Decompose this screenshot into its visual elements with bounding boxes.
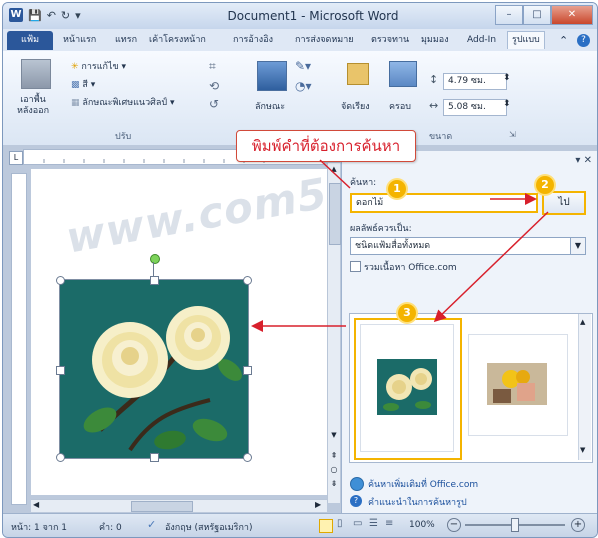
arrow-to-result xyxy=(433,211,549,323)
step-badge-2: 2 xyxy=(536,176,554,194)
callout-pointer-line xyxy=(319,159,351,189)
step-badge-3: 3 xyxy=(398,304,416,322)
annotation-arrows xyxy=(251,159,549,332)
step-badge-1: 1 xyxy=(388,180,406,198)
